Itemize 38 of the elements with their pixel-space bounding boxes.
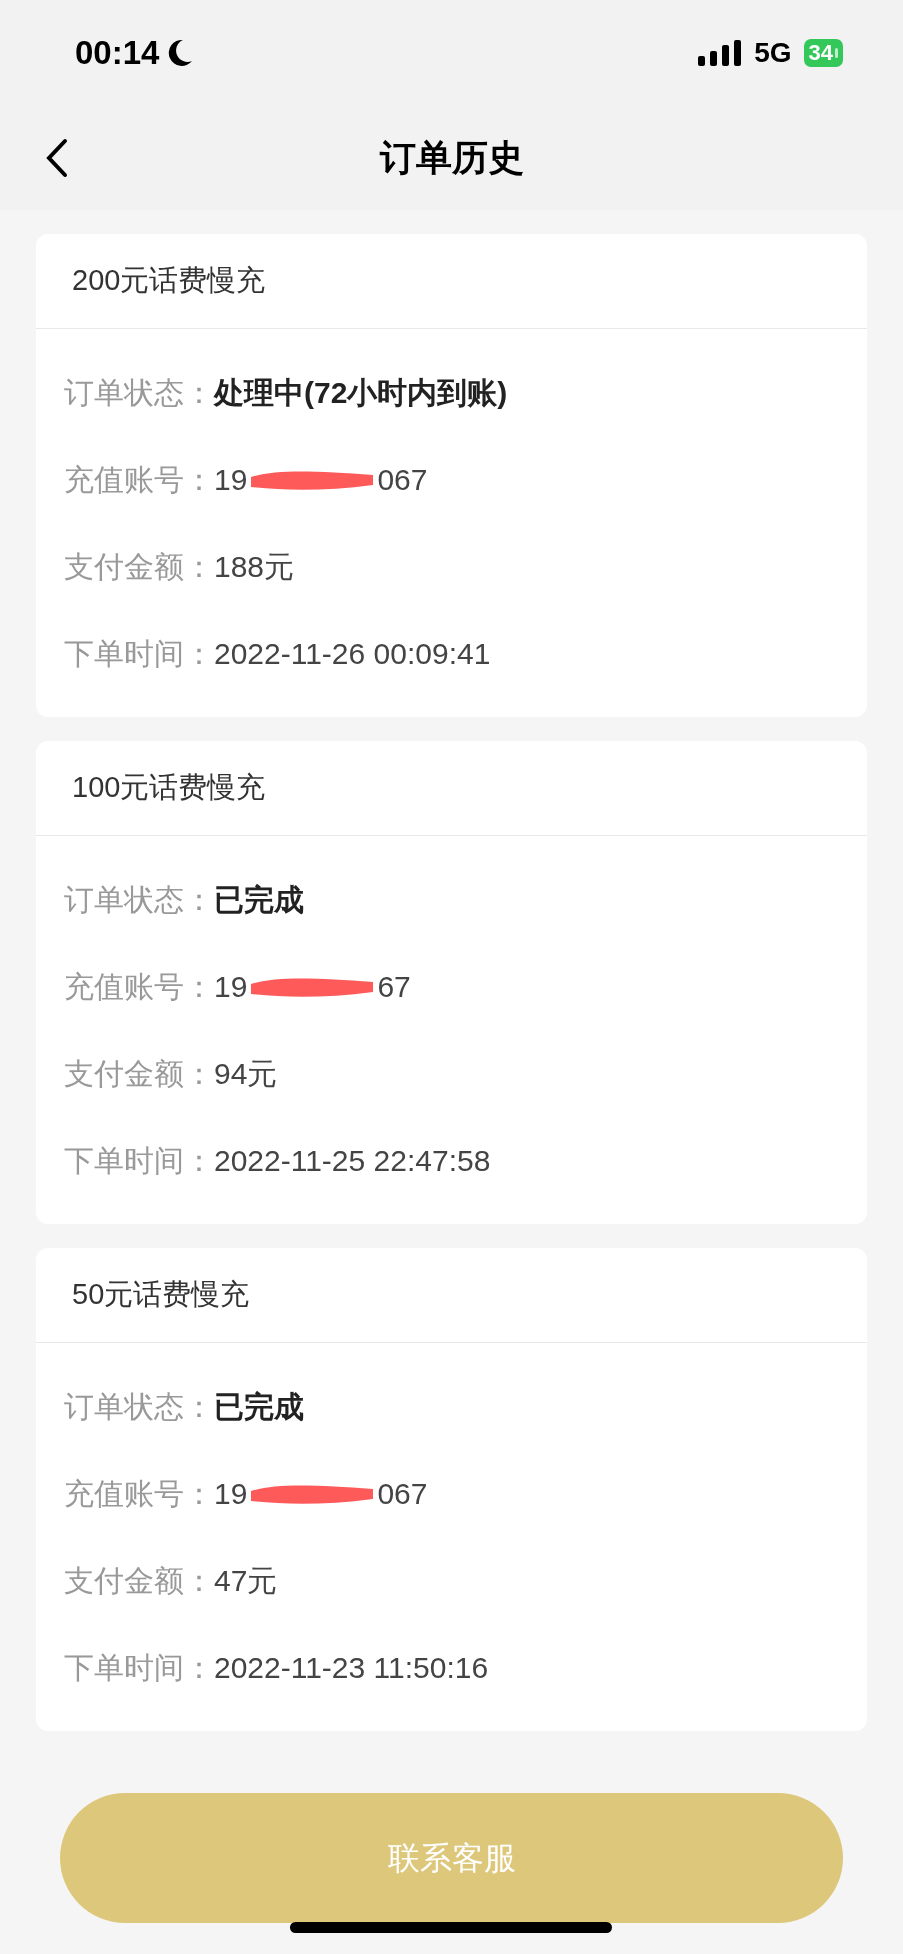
- field-value: 47元: [214, 1563, 278, 1599]
- order-title: 200元话费慢充: [72, 263, 266, 299]
- field-label: 支付金额：: [64, 1563, 214, 1599]
- field-value: 94元: [214, 1056, 278, 1092]
- field-label: 订单状态：: [64, 1389, 214, 1425]
- field-label: 支付金额：: [64, 549, 214, 585]
- field-value: 2022-11-26 00:09:41: [214, 636, 491, 672]
- field-value: 已完成: [214, 882, 304, 918]
- field-value: 19: [214, 969, 248, 1005]
- contact-service-button[interactable]: 联系客服: [60, 1793, 843, 1923]
- status-time: 00:14: [75, 32, 160, 73]
- field-label: 充值账号：: [64, 969, 214, 1005]
- field-value: 处理中(72小时内到账): [214, 375, 508, 411]
- moon-icon: [167, 38, 194, 67]
- back-icon[interactable]: [45, 137, 69, 178]
- field-value: 067: [377, 1476, 428, 1512]
- field-label: 订单状态：: [64, 882, 214, 918]
- field-value: 已完成: [214, 1389, 304, 1425]
- field-value: 67: [377, 969, 411, 1005]
- battery-indicator: 34: [803, 38, 843, 67]
- field-value: 19: [214, 1476, 248, 1512]
- signal-icon: [698, 39, 743, 66]
- field-label: 下单时间：: [64, 636, 214, 672]
- order-title: 100元话费慢充: [72, 770, 266, 806]
- field-value: 2022-11-25 22:47:58: [214, 1143, 491, 1179]
- field-label: 下单时间：: [64, 1143, 214, 1179]
- field-label: 充值账号：: [64, 462, 214, 498]
- field-label: 支付金额：: [64, 1056, 214, 1092]
- field-label: 订单状态：: [64, 375, 214, 411]
- field-value: 188元: [214, 549, 295, 585]
- network-label: 5G: [754, 35, 792, 70]
- field-value: 19: [214, 462, 248, 498]
- field-label: 下单时间：: [64, 1650, 214, 1686]
- field-label: 充值账号：: [64, 1476, 214, 1512]
- field-value: 067: [377, 462, 428, 498]
- page-title: 订单历史: [379, 135, 524, 180]
- order-title: 50元话费慢充: [72, 1277, 250, 1313]
- field-value: 2022-11-23 11:50:16: [214, 1650, 489, 1686]
